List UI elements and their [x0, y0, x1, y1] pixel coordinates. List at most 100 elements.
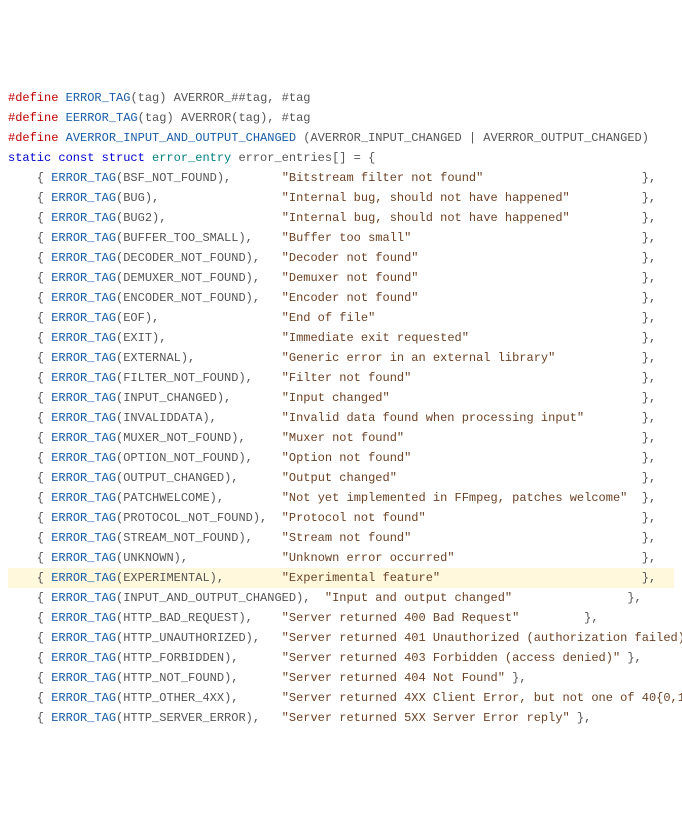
- entry-line: { ERROR_TAG(MUXER_NOT_FOUND), "Muxer not…: [8, 428, 674, 448]
- entry-line: { ERROR_TAG(EXTERNAL), "Generic error in…: [8, 348, 674, 368]
- entry-msg: "Server returned 401 Unauthorized (autho…: [282, 631, 682, 645]
- macro-call: ERROR_TAG: [51, 291, 116, 305]
- entry-arg: BUG: [123, 191, 145, 205]
- macro-call: ERROR_TAG: [51, 631, 116, 645]
- entry-msg: "Filter not found": [282, 371, 412, 385]
- keyword-define: #define: [8, 131, 58, 145]
- entry-line: { ERROR_TAG(EXIT), "Immediate exit reque…: [8, 328, 674, 348]
- entry-line: { ERROR_TAG(PATCHWELCOME), "Not yet impl…: [8, 488, 674, 508]
- macro-call: ERROR_TAG: [51, 671, 116, 685]
- entry-msg: "Server returned 403 Forbidden (access d…: [282, 651, 620, 665]
- macro-call: ERROR_TAG: [51, 211, 116, 225]
- entry-msg: "Unknown error occurred": [282, 551, 455, 565]
- entry-msg: "Invalid data found when processing inpu…: [282, 411, 584, 425]
- entry-msg: "Input and output changed": [325, 591, 512, 605]
- keyword-define: #define: [8, 111, 58, 125]
- entry-line: { ERROR_TAG(HTTP_FORBIDDEN), "Server ret…: [8, 648, 674, 668]
- entry-line: { ERROR_TAG(STREAM_NOT_FOUND), "Stream n…: [8, 528, 674, 548]
- entry-msg: "Encoder not found": [282, 291, 419, 305]
- macro-name: EERROR_TAG: [66, 111, 138, 125]
- type-name: error_entry: [152, 151, 231, 165]
- macro-call: ERROR_TAG: [51, 531, 116, 545]
- macro-name: ERROR_TAG: [66, 91, 131, 105]
- entry-arg: HTTP_SERVER_ERROR: [123, 711, 245, 725]
- entry-arg: HTTP_NOT_FOUND: [123, 671, 224, 685]
- entry-arg: HTTP_BAD_REQUEST: [123, 611, 238, 625]
- macro-call: ERROR_TAG: [51, 491, 116, 505]
- entry-arg: BSF_NOT_FOUND: [123, 171, 217, 185]
- entry-arg: EXIT: [123, 331, 152, 345]
- macro-params: (tag): [130, 91, 166, 105]
- entry-arg: PATCHWELCOME: [123, 491, 209, 505]
- macro-call: ERROR_TAG: [51, 251, 116, 265]
- entry-arg: INPUT_AND_OUTPUT_CHANGED: [123, 591, 296, 605]
- entry-line: { ERROR_TAG(DEMUXER_NOT_FOUND), "Demuxer…: [8, 268, 674, 288]
- entry-line: { ERROR_TAG(HTTP_OTHER_4XX), "Server ret…: [8, 688, 674, 708]
- entry-msg: "Buffer too small": [282, 231, 412, 245]
- entry-line: { ERROR_TAG(OPTION_NOT_FOUND), "Option n…: [8, 448, 674, 468]
- macro-call: ERROR_TAG: [51, 691, 116, 705]
- entry-line: { ERROR_TAG(FILTER_NOT_FOUND), "Filter n…: [8, 368, 674, 388]
- entry-line: { ERROR_TAG(INPUT_CHANGED), "Input chang…: [8, 388, 674, 408]
- entry-msg: "Option not found": [282, 451, 412, 465]
- macro-call: ERROR_TAG: [51, 231, 116, 245]
- entry-arg: OUTPUT_CHANGED: [123, 471, 224, 485]
- entry-line: { ERROR_TAG(INPUT_AND_OUTPUT_CHANGED), "…: [8, 588, 674, 608]
- macro-call: ERROR_TAG: [51, 551, 116, 565]
- macro-call: ERROR_TAG: [51, 191, 116, 205]
- entry-arg: DECODER_NOT_FOUND: [123, 251, 245, 265]
- macro-call: ERROR_TAG: [51, 271, 116, 285]
- macro-call: ERROR_TAG: [51, 351, 116, 365]
- macro-call: ERROR_TAG: [51, 651, 116, 665]
- entry-msg: "Decoder not found": [282, 251, 419, 265]
- entry-msg: "Server returned 5XX Server Error reply": [282, 711, 570, 725]
- entry-msg: "Server returned 400 Bad Request": [282, 611, 520, 625]
- entry-msg: "Internal bug, should not have happened": [282, 211, 570, 225]
- entry-line: { ERROR_TAG(OUTPUT_CHANGED), "Output cha…: [8, 468, 674, 488]
- entry-line: { ERROR_TAG(BSF_NOT_FOUND), "Bitstream f…: [8, 168, 674, 188]
- entry-arg: PROTOCOL_NOT_FOUND: [123, 511, 253, 525]
- entry-msg: "Stream not found": [282, 531, 412, 545]
- macro-body: (AVERROR_INPUT_CHANGED | AVERROR_OUTPUT_…: [296, 131, 649, 145]
- entry-line: { ERROR_TAG(BUFFER_TOO_SMALL), "Buffer t…: [8, 228, 674, 248]
- entry-arg: BUG2: [123, 211, 152, 225]
- entry-line: { ERROR_TAG(DECODER_NOT_FOUND), "Decoder…: [8, 248, 674, 268]
- macro-call: ERROR_TAG: [51, 371, 116, 385]
- macro-call: ERROR_TAG: [51, 451, 116, 465]
- macro-call: ERROR_TAG: [51, 391, 116, 405]
- entry-msg: "Generic error in an external library": [282, 351, 556, 365]
- entry-line: { ERROR_TAG(HTTP_BAD_REQUEST), "Server r…: [8, 608, 674, 628]
- macro-call: ERROR_TAG: [51, 571, 116, 585]
- entry-line: { ERROR_TAG(BUG), "Internal bug, should …: [8, 188, 674, 208]
- macro-call: ERROR_TAG: [51, 431, 116, 445]
- macro-call: ERROR_TAG: [51, 331, 116, 345]
- entry-arg: HTTP_FORBIDDEN: [123, 651, 224, 665]
- entry-arg: HTTP_OTHER_4XX: [123, 691, 224, 705]
- entry-msg: "End of file": [282, 311, 376, 325]
- entry-arg: OPTION_NOT_FOUND: [123, 451, 238, 465]
- define-line: #define EERROR_TAG(tag) AVERROR(tag), #t…: [8, 108, 674, 128]
- entry-arg: EXTERNAL: [123, 351, 181, 365]
- macro-call: ERROR_TAG: [51, 171, 116, 185]
- entry-line: { ERROR_TAG(EOF), "End of file" },: [8, 308, 674, 328]
- entry-msg: "Input changed": [282, 391, 390, 405]
- entry-arg: FILTER_NOT_FOUND: [123, 371, 238, 385]
- entry-line: { ERROR_TAG(ENCODER_NOT_FOUND), "Encoder…: [8, 288, 674, 308]
- entry-arg: HTTP_UNAUTHORIZED: [123, 631, 245, 645]
- keyword-static-const-struct: static const struct: [8, 151, 145, 165]
- entry-arg: ENCODER_NOT_FOUND: [123, 291, 245, 305]
- macro-call: ERROR_TAG: [51, 611, 116, 625]
- entry-arg: MUXER_NOT_FOUND: [123, 431, 231, 445]
- entry-line: { ERROR_TAG(HTTP_UNAUTHORIZED), "Server …: [8, 628, 674, 648]
- entry-msg: "Server returned 4XX Client Error, but n…: [282, 691, 682, 705]
- entry-arg: EOF: [123, 311, 145, 325]
- entry-line: { ERROR_TAG(INVALIDDATA), "Invalid data …: [8, 408, 674, 428]
- decl-rest: error_entries[] = {: [231, 151, 375, 165]
- define-line: #define ERROR_TAG(tag) AVERROR_##tag, #t…: [8, 88, 674, 108]
- array-decl: static const struct error_entry error_en…: [8, 148, 674, 168]
- entry-line: { ERROR_TAG(BUG2), "Internal bug, should…: [8, 208, 674, 228]
- entry-line: { ERROR_TAG(UNKNOWN), "Unknown error occ…: [8, 548, 674, 568]
- entry-msg: "Not yet implemented in FFmpeg, patches …: [282, 491, 628, 505]
- entry-msg: "Muxer not found": [282, 431, 404, 445]
- entry-line: { ERROR_TAG(EXPERIMENTAL), "Experimental…: [8, 568, 674, 588]
